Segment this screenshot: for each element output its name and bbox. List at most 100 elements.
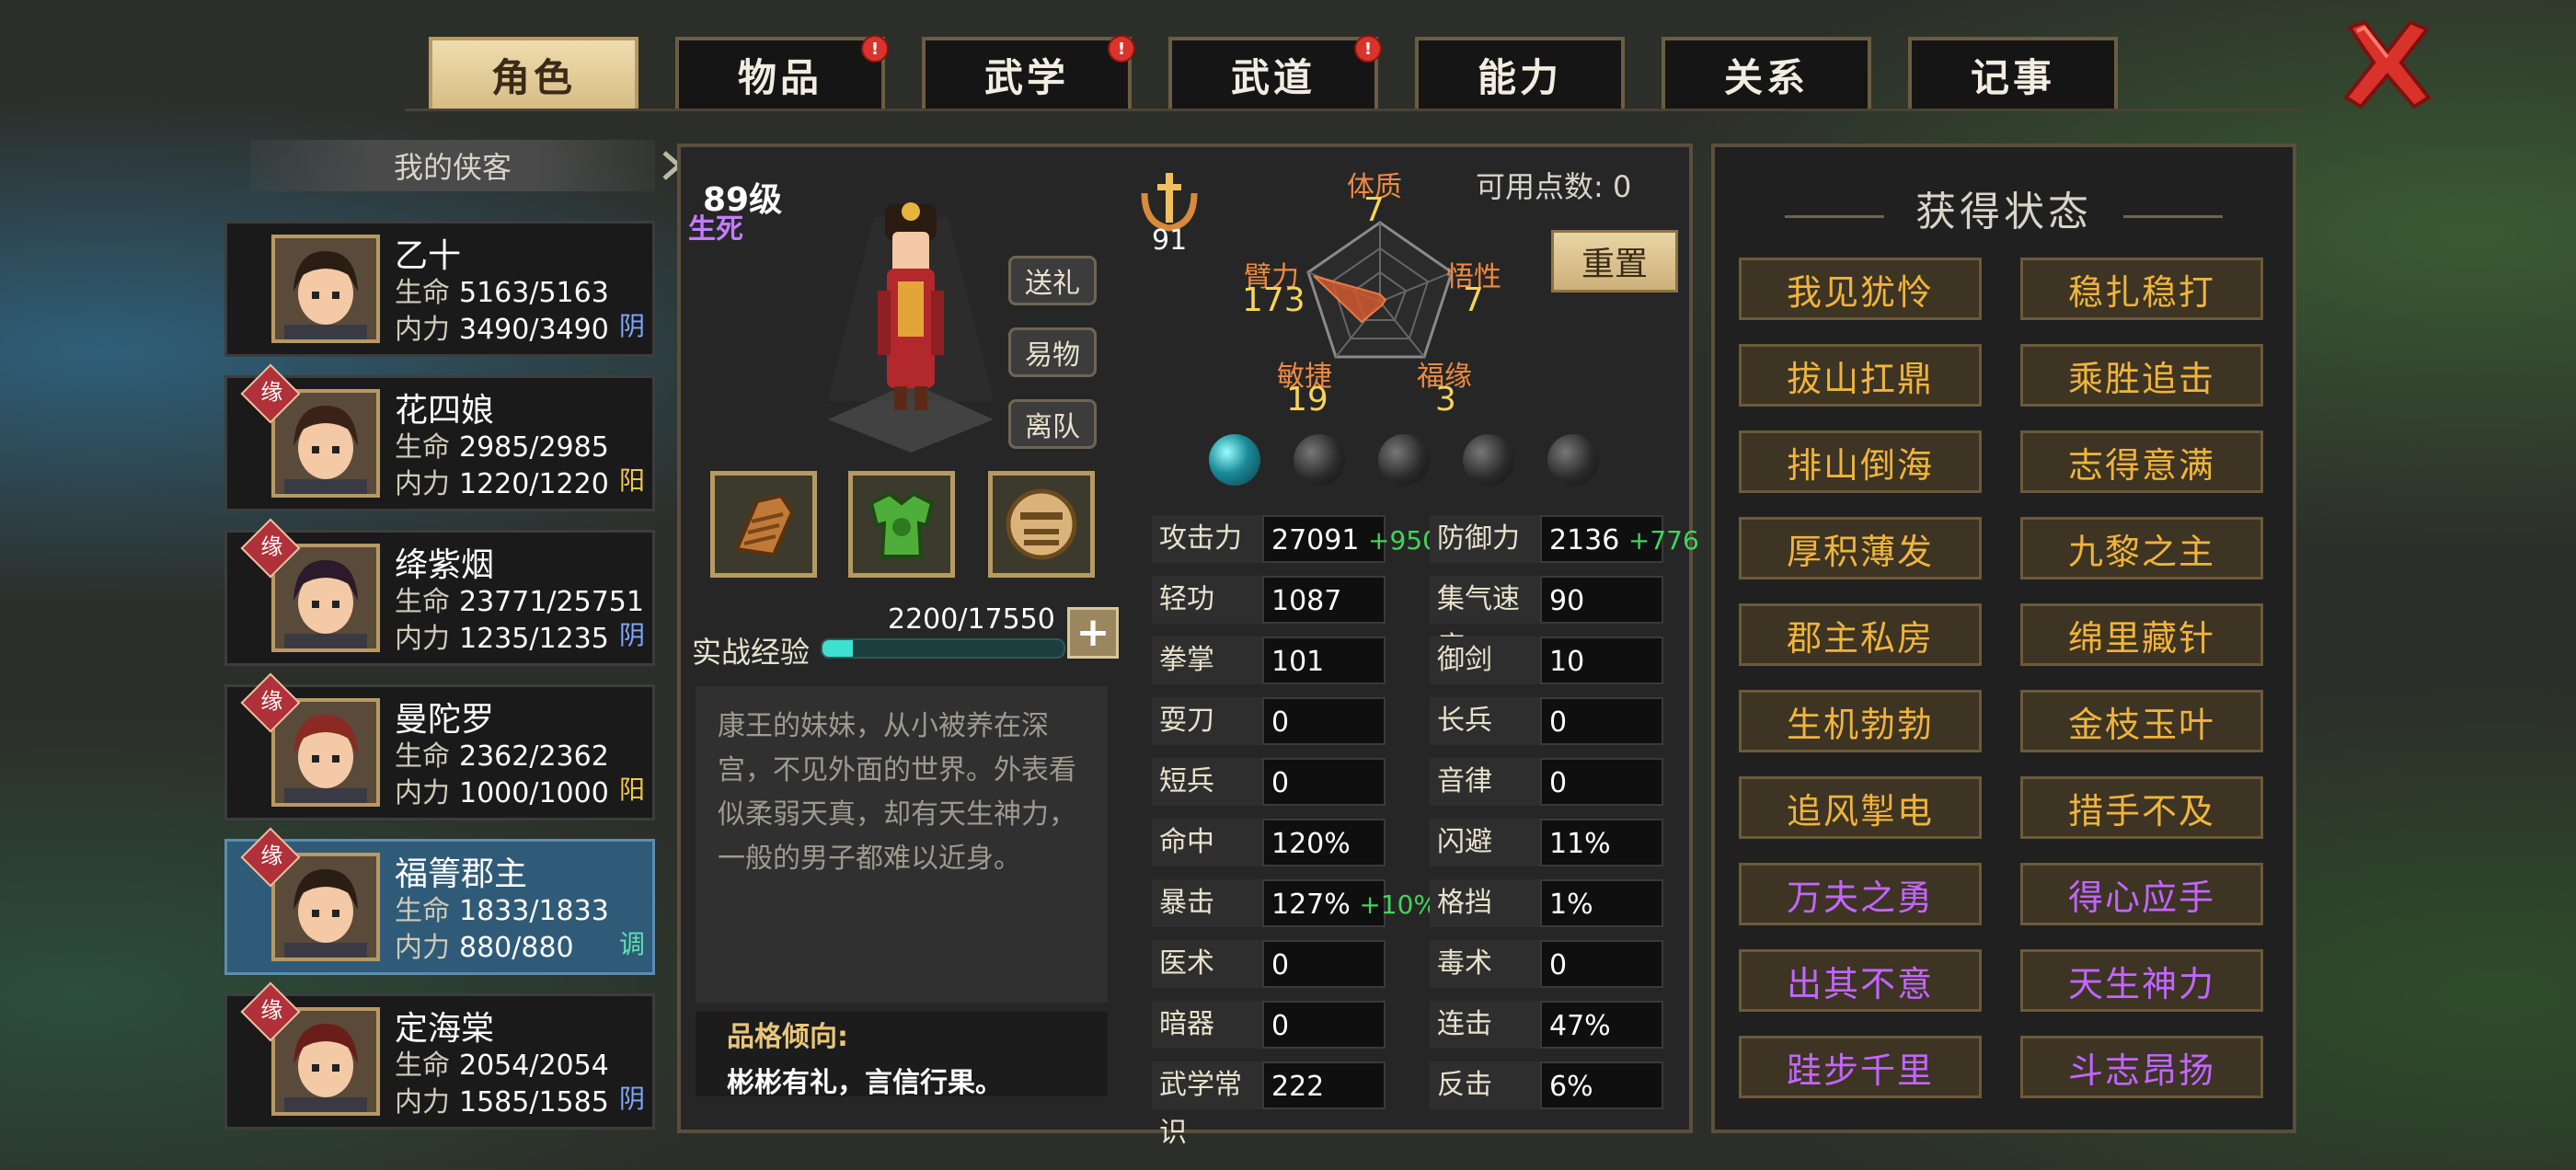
meridian-orb-active[interactable] (1209, 434, 1260, 486)
mp-value: 1000/1000 (459, 777, 609, 809)
status-effect-button[interactable]: 金枝玉叶 (2020, 690, 2263, 752)
armor-icon (868, 491, 935, 558)
character-description: 康王的妹妹，从小被养在深宫，不见外面的世界。外表看似柔弱天真，却有天生神力，一般… (718, 710, 1076, 875)
status-effect-button[interactable]: 追风掣电 (1739, 776, 1982, 839)
status-effect-button[interactable]: 我见犹怜 (1739, 258, 1982, 320)
stat-value: 0 (1271, 949, 1290, 981)
tab-label: 物品 (737, 54, 822, 100)
stat-value-box: 0 (1540, 697, 1663, 745)
equip-slot-accessory[interactable] (988, 471, 1095, 578)
status-effect-label: 九黎之主 (2067, 531, 2215, 572)
yinyang-type: 阳 (618, 774, 645, 805)
status-effect-button[interactable]: 斗志昂扬 (2020, 1036, 2263, 1098)
stat-label: 轻功 (1152, 576, 1262, 624)
status-effect-button[interactable]: 稳扎稳打 (2020, 258, 2263, 320)
stat-value-box: 120% (1262, 819, 1386, 866)
roster-card[interactable]: 缘定海棠 生命 2054/2054 内力 1585/1585 阴 (224, 981, 655, 1130)
tab-divider (405, 109, 2300, 111)
stat-label: 连击 (1430, 1001, 1540, 1049)
status-panel-title: 获得状态 (1915, 189, 2092, 235)
hp-value: 2985/2985 (459, 431, 609, 464)
stat-label: 毒术 (1430, 940, 1540, 988)
stat-label: 反击 (1430, 1061, 1540, 1109)
stat-row: 命中 120% (1152, 819, 1386, 866)
stat-value: 0 (1549, 767, 1568, 799)
status-effect-button[interactable]: 出其不意 (1739, 949, 1982, 1012)
stat-value: 2136 (1549, 524, 1620, 556)
stat-value: 1087 (1271, 585, 1342, 617)
roster-card[interactable]: 缘花四娘 生命 2985/2985 内力 1220/1220 阳 (224, 363, 655, 511)
meridian-orb[interactable] (1378, 434, 1430, 486)
stat-row: 拳掌 101 (1152, 637, 1386, 684)
stat-row: 暴击 127% +10% (1152, 879, 1438, 927)
stat-row: 武学常识 222 (1152, 1061, 1386, 1149)
yinyang-type: 阴 (618, 1084, 645, 1114)
stat-value: 27091 (1271, 524, 1360, 556)
stat-value-box: 0 (1540, 940, 1663, 988)
status-effect-button[interactable]: 措手不及 (2020, 776, 2263, 839)
stat-value-box: 11% (1540, 819, 1663, 866)
stat-row: 闪避 11% (1430, 819, 1663, 866)
affinity-badge-label: 缘 (260, 843, 283, 869)
trait-title: 品格倾向: (727, 1021, 848, 1053)
roster-card[interactable]: 缘曼陀罗 生命 2362/2362 内力 1000/1000 阳 (224, 672, 655, 820)
equip-slot-armor[interactable] (848, 471, 955, 578)
status-effect-button[interactable]: 跬步千里 (1739, 1036, 1982, 1098)
stat-value-box: 0 (1540, 758, 1663, 806)
trade-button[interactable]: 易物 (1008, 327, 1097, 377)
stat-value-box: 127% +10% (1262, 879, 1438, 927)
equip-slot-weapon[interactable] (710, 471, 817, 578)
meridian-orb[interactable] (1463, 434, 1514, 486)
reset-button[interactable]: 重置 (1551, 230, 1678, 292)
gift-button[interactable]: 送礼 (1008, 256, 1097, 305)
mp-line: 内力 1235/1235 (395, 615, 609, 656)
attr-value-fortune: 3 (1435, 381, 1456, 419)
exp-progress-bar (821, 638, 1065, 659)
alert-badge: ! (1354, 35, 1382, 63)
tab-relations[interactable]: 关系 (1662, 37, 1871, 109)
close-icon[interactable] (2337, 18, 2438, 110)
leave-party-button[interactable]: 离队 (1008, 399, 1097, 449)
status-effect-button[interactable]: 厚积薄发 (1739, 517, 1982, 579)
tab-label: 关系 (1723, 54, 1809, 100)
status-effect-button[interactable]: 乘胜追击 (2020, 344, 2263, 407)
stat-value: 11% (1549, 828, 1611, 860)
status-effect-button[interactable]: 九黎之主 (2020, 517, 2263, 579)
exp-progress-fill (822, 640, 853, 657)
roster-card[interactable]: 缘绛紫烟 生命 23771/25751 内力 1235/1235 阴 (224, 518, 655, 666)
tab-items[interactable]: 物品! (675, 35, 889, 109)
stat-label: 耍刀 (1152, 697, 1262, 745)
status-effect-button[interactable]: 万夫之勇 (1739, 863, 1982, 925)
tab-martial-arts[interactable]: 武学! (922, 35, 1135, 109)
status-effect-button[interactable]: 绵里藏针 (2020, 603, 2263, 666)
tab-journal[interactable]: 记事 (1908, 37, 2118, 109)
stat-row: 连击 47% (1430, 1001, 1663, 1049)
status-effect-button[interactable]: 郡主私房 (1739, 603, 1982, 666)
status-effect-label: 万夫之勇 (1786, 877, 1934, 918)
stat-bonus: +776 (1627, 525, 1699, 556)
meridian-orb[interactable] (1547, 434, 1599, 486)
stat-value: 1% (1549, 889, 1593, 921)
stat-value: 101 (1271, 646, 1325, 678)
tab-label: 武学 (983, 54, 1069, 100)
roster-card[interactable]: 缘福箐郡主 生命 1833/1833 内力 880/880 调 (224, 827, 655, 975)
status-effect-button[interactable]: 天生神力 (2020, 949, 2263, 1012)
exp-label: 实战经验 (692, 635, 811, 670)
tab-character[interactable]: 角色 (429, 37, 638, 109)
mp-line: 内力 1000/1000 (395, 770, 609, 810)
roster-card[interactable]: 乙十 生命 5163/5163 内力 3490/3490 阴 (224, 221, 655, 357)
mp-line: 内力 1220/1220 (395, 461, 609, 501)
status-effect-button[interactable]: 排山倒海 (1739, 430, 1982, 493)
status-effect-button[interactable]: 拔山扛鼎 (1739, 344, 1982, 407)
stat-label: 暴击 (1152, 879, 1262, 927)
meridian-orb[interactable] (1294, 434, 1345, 486)
tab-martial-way[interactable]: 武道! (1168, 35, 1382, 109)
status-effect-button[interactable]: 生机勃勃 (1739, 690, 1982, 752)
stat-row: 集气速度 90 (1430, 576, 1663, 663)
status-effect-button[interactable]: 得心应手 (2020, 863, 2263, 925)
stat-value-box: 222 (1262, 1061, 1386, 1109)
status-effect-button[interactable]: 志得意满 (2020, 430, 2263, 493)
tab-label: 记事 (1970, 54, 2055, 100)
tab-abilities[interactable]: 能力 (1415, 37, 1625, 109)
add-exp-button[interactable]: + (1067, 607, 1119, 659)
